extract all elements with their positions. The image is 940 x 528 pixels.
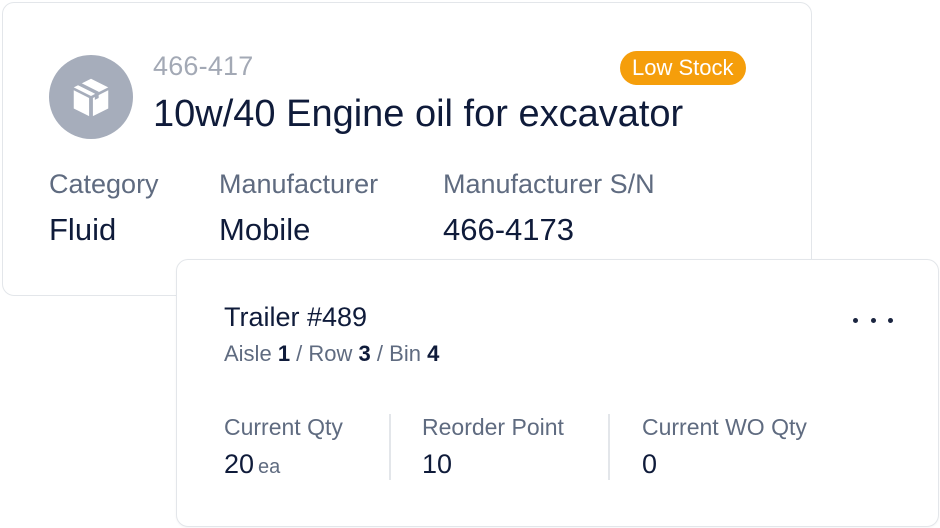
field-label: Category xyxy=(49,169,159,199)
part-number: 466-417 xyxy=(153,51,254,81)
more-horizontal-icon[interactable] xyxy=(853,312,893,328)
stat-value: 0 xyxy=(642,449,658,479)
stat-unit: ea xyxy=(258,456,281,478)
stat-value: 10 xyxy=(422,449,453,479)
more-dot xyxy=(888,317,893,323)
location-name: Trailer #489 xyxy=(224,302,368,332)
status-badge: Low Stock xyxy=(620,51,746,85)
field-category: Category Fluid xyxy=(49,169,159,248)
row-label: Row xyxy=(308,341,353,366)
stage: 466-417 Low Stock 10w/40 Engine oil for … xyxy=(0,0,940,528)
field-value: Mobile xyxy=(219,212,311,247)
field-label: Manufacturer xyxy=(219,169,379,199)
divider xyxy=(389,414,391,480)
part-card[interactable]: 466-417 Low Stock 10w/40 Engine oil for … xyxy=(2,2,812,296)
part-avatar xyxy=(49,55,133,139)
bin-value: 4 xyxy=(427,341,440,366)
stat-reorder-point: Reorder Point 10 xyxy=(422,414,564,480)
divider xyxy=(608,414,610,480)
more-dot xyxy=(870,317,876,323)
aisle-value: 1 xyxy=(277,341,291,366)
package-box-icon xyxy=(73,78,109,117)
stat-value: 20 ea xyxy=(224,449,343,480)
stat-label: Current Qty xyxy=(224,414,343,440)
stat-current-qty: Current Qty 20 ea xyxy=(224,414,343,480)
field-manufacturer-sn: Manufacturer S/N 466-4173 xyxy=(443,169,655,248)
stat-current-wo-qty: Current WO Qty 0 xyxy=(642,414,807,480)
location-path: Aisle 1 / Row 3 / Bin 4 xyxy=(224,341,440,366)
field-manufacturer: Manufacturer Mobile xyxy=(219,169,378,248)
stat-label: Current WO Qty xyxy=(642,414,807,440)
bin-label: Bin xyxy=(389,341,421,366)
location-card[interactable]: Trailer #489 Aisle 1 / Row 3 / Bin 4 Cur… xyxy=(176,259,939,527)
stat-label: Reorder Point xyxy=(422,414,564,440)
part-title: 10w/40 Engine oil for excavator xyxy=(153,93,684,135)
field-label: Manufacturer S/N xyxy=(443,169,655,199)
more-dot xyxy=(853,317,858,323)
field-value: Fluid xyxy=(49,212,117,247)
aisle-label: Aisle xyxy=(224,341,272,366)
field-value: 466-4173 xyxy=(443,212,575,247)
row-value: 3 xyxy=(358,341,371,366)
stat-number: 20 xyxy=(224,449,255,479)
